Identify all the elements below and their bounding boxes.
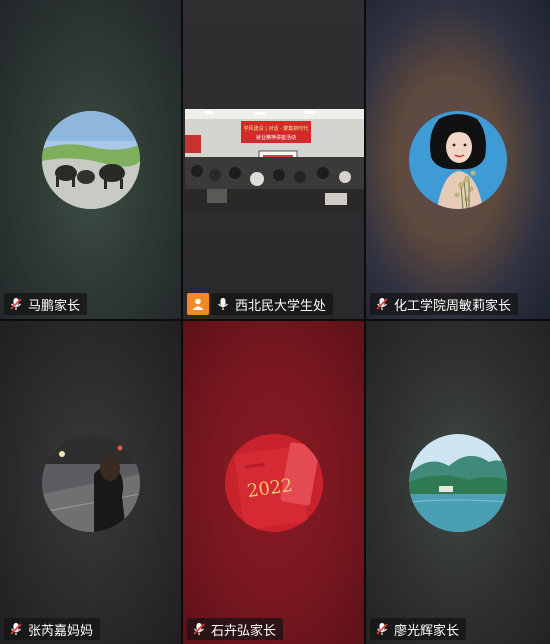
- participant-name: 西北民大学生处: [235, 298, 327, 314]
- participant-tile[interactable]: 2022 石卉弘家长: [183, 321, 366, 644]
- participant-tile[interactable]: 马鹏家长: [0, 0, 183, 321]
- mic-muted-icon: [10, 623, 22, 635]
- participant-name: 廖光辉家长: [394, 623, 460, 639]
- mic-muted-icon: [376, 623, 388, 635]
- participant-name-label: 西北民大学生处: [211, 293, 334, 315]
- participant-name-label: 张芮嘉妈妈: [4, 618, 101, 640]
- mic-muted-icon: [10, 298, 22, 310]
- participant-name: 化工学院周敏莉家长: [394, 298, 512, 314]
- participant-name: 张芮嘉妈妈: [28, 623, 94, 639]
- video-grid: 马鹏家长 学风建设 | 对话 · 聚集新时代 就业精神讲座活动 西北民大学生处 …: [0, 0, 550, 644]
- participant-name-label: 廖光辉家长: [370, 618, 467, 640]
- participant-name: 石卉弘家长: [211, 623, 277, 639]
- participant-avatar: [41, 433, 140, 532]
- participant-name-label: 化工学院周敏莉家长: [370, 293, 519, 315]
- participant-avatar: [41, 110, 140, 209]
- participant-name: 马鹏家长: [28, 298, 81, 314]
- mic-muted-icon: [376, 298, 388, 310]
- participant-avatar: 2022: [224, 433, 323, 532]
- participant-video: 学风建设 | 对话 · 聚集新时代 就业精神讲座活动: [185, 109, 364, 210]
- participant-avatar: [409, 110, 507, 209]
- participant-tile[interactable]: 廖光辉家长: [366, 321, 550, 644]
- participant-avatar: [409, 433, 507, 532]
- participant-name-label: 马鹏家长: [4, 293, 88, 315]
- participant-tile[interactable]: 张芮嘉妈妈: [0, 321, 183, 644]
- participant-tile[interactable]: 化工学院周敏莉家长: [366, 0, 550, 321]
- host-user-icon: [192, 298, 204, 310]
- mic-icon: [218, 298, 228, 310]
- banner-line-2: 就业精神讲座活动: [256, 134, 296, 141]
- banner-line-1: 学风建设 | 对话 · 聚集新时代: [244, 125, 309, 132]
- mic-muted-icon: [193, 623, 205, 635]
- participant-name-label: 石卉弘家长: [187, 618, 284, 640]
- participant-tile-host[interactable]: 学风建设 | 对话 · 聚集新时代 就业精神讲座活动 西北民大学生处: [183, 0, 366, 321]
- host-badge: [187, 293, 209, 315]
